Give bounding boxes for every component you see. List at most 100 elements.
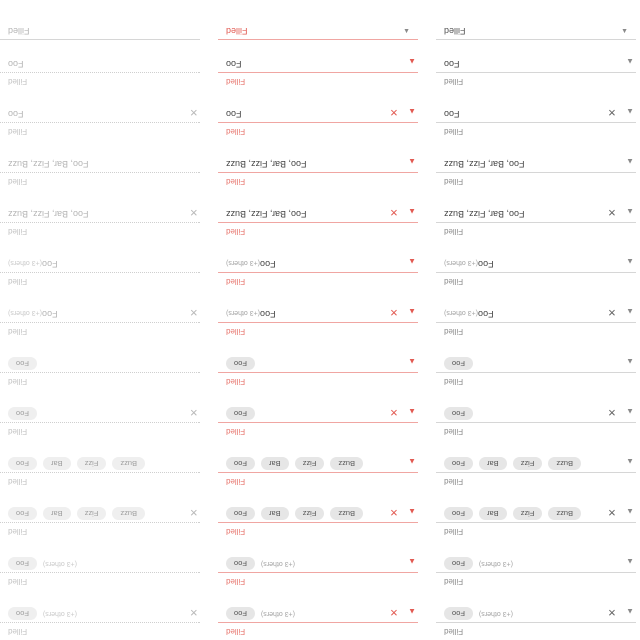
chip-foo[interactable]: Foo xyxy=(226,457,255,470)
clear-icon[interactable]: ✕ xyxy=(390,506,398,517)
caret-icon[interactable]: ▲ xyxy=(408,506,416,516)
chip-foo[interactable]: Foo xyxy=(444,607,473,620)
select-field[interactable]: Filled Foo, Bar, Fizz, Buzz ▲ xyxy=(218,140,418,190)
underline xyxy=(218,39,418,40)
chip-buzz[interactable]: Buzz xyxy=(330,457,364,470)
chip-buzz[interactable]: Buzz xyxy=(330,507,364,520)
select-field[interactable]: Filled Foo ▲ xyxy=(436,40,636,90)
selected-value: Foo(+3 others) xyxy=(8,309,58,319)
caret-icon[interactable]: ▲ xyxy=(408,306,416,316)
clear-icon[interactable]: ✕ xyxy=(608,506,616,517)
chip-fizz[interactable]: Fizz xyxy=(294,507,325,520)
chip-foo[interactable]: Foo xyxy=(444,457,473,470)
caret-icon[interactable]: ▲ xyxy=(621,27,628,34)
clear-icon[interactable]: ✕ xyxy=(608,206,616,217)
select-field[interactable]: Filled Foo(+3 others) ▲ ✕ xyxy=(218,290,418,340)
caret-icon[interactable]: ▲ xyxy=(626,306,634,316)
select-field[interactable]: Filled Foo Bar Fizz Buzz ▲ ✕ xyxy=(436,490,636,540)
chip-buzz[interactable]: Buzz xyxy=(548,457,582,470)
select-field[interactable]: Filled Foo(+3 others) ▲ ✕ xyxy=(436,290,636,340)
chip-foo[interactable]: Foo xyxy=(226,357,255,370)
select-field[interactable]: Filled Foo ▲ ✕ xyxy=(436,390,636,440)
caret-icon[interactable]: ▲ xyxy=(408,456,416,466)
select-field[interactable]: Filled Foo Bar Fizz Buzz ▲ ✕ xyxy=(218,490,418,540)
caret-icon[interactable]: ▲ xyxy=(626,456,634,466)
select-field[interactable]: Filled Foo (+3 others) ▲ xyxy=(218,540,418,590)
select-field[interactable]: Filled Foo (+3 others) ▲ xyxy=(436,540,636,590)
caret-icon[interactable]: ▲ xyxy=(408,606,416,616)
underline xyxy=(436,272,636,273)
chip-fizz[interactable]: Fizz xyxy=(512,507,543,520)
field-label: Filled xyxy=(8,627,28,636)
select-field[interactable]: ▲ Filled xyxy=(218,0,418,40)
clear-icon[interactable]: ✕ xyxy=(608,106,616,117)
chip-fizz[interactable]: Fizz xyxy=(294,457,325,470)
caret-icon[interactable]: ▲ xyxy=(626,156,634,166)
select-field[interactable]: Filled Foo, Bar, Fizz, Buzz ▲ ✕ xyxy=(218,190,418,240)
caret-icon[interactable]: ▲ xyxy=(626,106,634,116)
field-label: Filled xyxy=(8,427,28,436)
caret-icon[interactable]: ▲ xyxy=(408,206,416,216)
caret-icon[interactable]: ▲ xyxy=(626,406,634,416)
chip-buzz[interactable]: Buzz xyxy=(548,507,582,520)
select-field[interactable]: Filled Foo Bar Fizz Buzz ▲ xyxy=(436,440,636,490)
caret-icon[interactable]: ▲ xyxy=(408,106,416,116)
clear-icon[interactable]: ✕ xyxy=(390,206,398,217)
caret-icon[interactable]: ▲ xyxy=(408,156,416,166)
chip-fizz[interactable]: Fizz xyxy=(512,457,543,470)
chip-bar[interactable]: Bar xyxy=(260,507,289,520)
clear-icon[interactable]: ✕ xyxy=(608,606,616,617)
select-field[interactable]: Filled Foo ▲ ✕ xyxy=(436,90,636,140)
clear-icon[interactable]: ✕ xyxy=(608,306,616,317)
chip-foo[interactable]: Foo xyxy=(226,557,255,570)
caret-icon[interactable]: ▲ xyxy=(626,606,634,616)
select-field[interactable]: Filled Foo ▲ xyxy=(218,340,418,390)
clear-icon[interactable]: ✕ xyxy=(608,406,616,417)
underline xyxy=(218,222,418,223)
select-field[interactable]: Filled Foo, Bar, Fizz, Buzz ▲ xyxy=(436,140,636,190)
chip-bar[interactable]: Bar xyxy=(478,507,507,520)
select-field[interactable]: Filled Foo ▲ xyxy=(218,40,418,90)
caret-icon[interactable]: ▲ xyxy=(626,556,634,566)
chip-foo[interactable]: Foo xyxy=(444,357,473,370)
caret-icon[interactable]: ▲ xyxy=(408,356,416,366)
underline xyxy=(0,421,200,423)
caret-icon[interactable]: ▲ xyxy=(408,556,416,566)
clear-icon[interactable]: ✕ xyxy=(390,106,398,117)
select-field[interactable]: Filled Foo ▲ ✕ xyxy=(218,90,418,140)
select-field[interactable]: ▲ Filled xyxy=(436,0,636,40)
caret-icon[interactable]: ▲ xyxy=(403,27,410,34)
clear-icon[interactable]: ✕ xyxy=(390,406,398,417)
underline xyxy=(436,372,636,373)
field-icons: ✕ xyxy=(190,406,198,417)
chip-foo[interactable]: Foo xyxy=(444,557,473,570)
field-icons: ▲ xyxy=(626,156,634,166)
field-label: Filled xyxy=(444,227,464,236)
chip-foo[interactable]: Foo xyxy=(444,507,473,520)
select-field[interactable]: Filled Foo(+3 others) ▲ xyxy=(436,240,636,290)
chip-bar[interactable]: Bar xyxy=(478,457,507,470)
caret-icon[interactable]: ▲ xyxy=(408,256,416,266)
caret-icon[interactable]: ▲ xyxy=(626,356,634,366)
chip-foo[interactable]: Foo xyxy=(226,607,255,620)
underline xyxy=(436,622,636,623)
caret-icon[interactable]: ▲ xyxy=(626,206,634,216)
chip-foo[interactable]: Foo xyxy=(444,407,473,420)
select-field[interactable]: Filled Foo ▲ xyxy=(436,340,636,390)
caret-icon[interactable]: ▲ xyxy=(626,506,634,516)
clear-icon[interactable]: ✕ xyxy=(390,606,398,617)
chip-foo[interactable]: Foo xyxy=(226,407,255,420)
caret-icon[interactable]: ▲ xyxy=(626,56,634,66)
caret-icon[interactable]: ▲ xyxy=(408,406,416,416)
select-field[interactable]: Filled Foo Bar Fizz Buzz ▲ xyxy=(218,440,418,490)
select-field[interactable]: Filled Foo ▲ ✕ xyxy=(218,390,418,440)
clear-icon[interactable]: ✕ xyxy=(390,306,398,317)
caret-icon[interactable]: ▲ xyxy=(626,256,634,266)
chip-foo[interactable]: Foo xyxy=(226,507,255,520)
select-field[interactable]: Filled Foo (+3 others) ▲ ✕ xyxy=(436,590,636,640)
chip-bar[interactable]: Bar xyxy=(260,457,289,470)
select-field[interactable]: Filled Foo (+3 others) ▲ ✕ xyxy=(218,590,418,640)
caret-icon[interactable]: ▲ xyxy=(408,56,416,66)
select-field[interactable]: Filled Foo, Bar, Fizz, Buzz ▲ ✕ xyxy=(436,190,636,240)
select-field[interactable]: Filled Foo(+3 others) ▲ xyxy=(218,240,418,290)
